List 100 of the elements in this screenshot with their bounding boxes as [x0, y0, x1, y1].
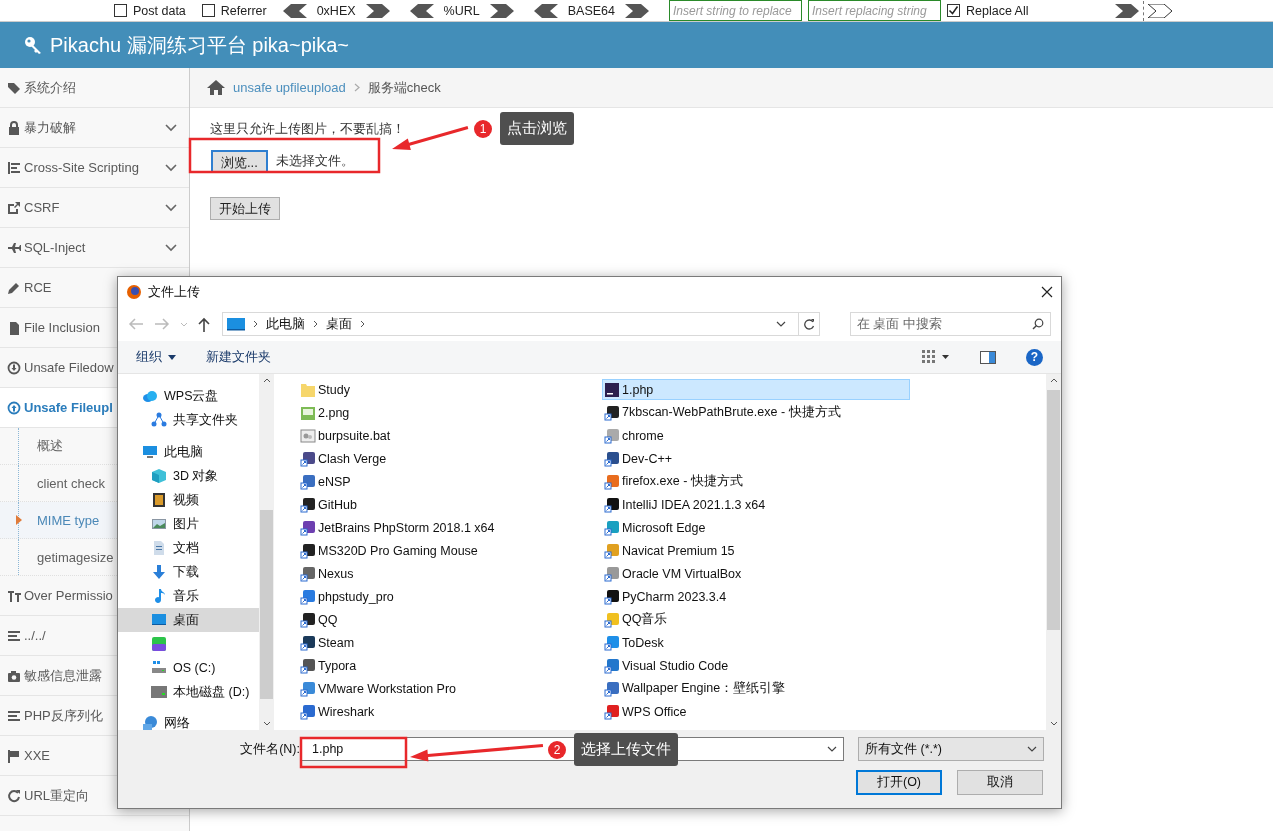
checkbox[interactable] — [114, 4, 127, 17]
checkbox[interactable] — [946, 4, 960, 17]
shortcut-icon — [300, 519, 316, 536]
file-item[interactable]: 1.php — [602, 379, 910, 400]
right-arrow-button[interactable] — [1114, 3, 1139, 18]
refresh-icon — [802, 318, 815, 330]
lock-icon — [7, 120, 21, 135]
folder-icon — [300, 381, 316, 398]
shortcut-icon — [604, 519, 620, 536]
search-field[interactable]: 在 桌面 中搜索 — [850, 312, 1051, 336]
address-segment[interactable]: 桌面 — [326, 315, 352, 333]
encoder-label: %URL — [443, 3, 480, 18]
batch-file-icon — [300, 427, 316, 444]
up-button[interactable] — [198, 316, 210, 332]
scroll-down-icon[interactable] — [262, 721, 271, 726]
list-icon — [7, 160, 21, 175]
shortcut-icon — [300, 611, 316, 628]
search-icon — [1032, 318, 1044, 330]
app-icon — [604, 381, 620, 398]
right-arrow-button[interactable] — [624, 3, 649, 18]
cloud-icon — [142, 388, 158, 404]
firefox-icon — [126, 284, 142, 300]
scroll-down-icon[interactable] — [1049, 721, 1058, 726]
file-icon — [7, 320, 21, 335]
drive-icon — [151, 660, 167, 676]
shortcut-icon — [604, 450, 620, 467]
right-arrow-button[interactable] — [365, 3, 390, 18]
view-options-button[interactable] — [922, 350, 950, 364]
chevron-right-icon — [353, 83, 360, 92]
shortcut-icon — [300, 634, 316, 651]
shortcut-icon — [604, 542, 620, 559]
address-segment[interactable]: 此电脑 — [266, 315, 305, 333]
sidebar-item[interactable]: 系统介绍 — [0, 68, 189, 108]
organize-menu[interactable]: 组织 — [136, 348, 176, 366]
right-arrow-button[interactable] — [489, 3, 514, 18]
list-icon — [7, 708, 21, 723]
replace-field[interactable]: Insert string to replace — [668, 0, 802, 21]
nav-item[interactable]: 桌面 — [118, 608, 259, 632]
share-network-icon — [151, 412, 167, 428]
film-icon — [151, 492, 167, 508]
replace-field[interactable]: Insert replacing string — [807, 0, 941, 21]
chevron-right-icon — [360, 320, 365, 328]
flag-icon — [7, 748, 21, 763]
dropdown-icon — [1027, 746, 1037, 752]
shortcut-icon — [300, 450, 316, 467]
plane-icon — [7, 240, 21, 255]
image-file-icon — [300, 404, 316, 421]
file-type-select[interactable]: 所有文件 (*.*) — [858, 737, 1044, 761]
drive-icon — [151, 684, 167, 700]
sidebar-item[interactable]: Cross-Site Scripting — [0, 148, 189, 188]
shortcut-icon — [604, 496, 620, 513]
checkbox-label: Post data — [133, 3, 186, 18]
left-arrow-button[interactable] — [533, 3, 558, 18]
caret-down-icon — [168, 354, 176, 360]
download-arrow-icon — [151, 564, 167, 580]
checkbox-label: Referrer — [220, 3, 267, 18]
chevron-right-icon — [253, 320, 258, 328]
address-bar[interactable]: 此电脑 桌面 — [222, 312, 799, 336]
left-arrow-button[interactable] — [282, 3, 307, 18]
breadcrumb-current: 服务端check — [367, 78, 441, 97]
preview-pane-button[interactable] — [980, 350, 996, 364]
shortcut-icon — [604, 588, 620, 605]
shortcut-icon — [604, 634, 620, 651]
close-button[interactable] — [1041, 286, 1053, 298]
scroll-up-icon[interactable] — [262, 378, 271, 383]
shortcut-icon — [300, 588, 316, 605]
right-arrow-button[interactable] — [1147, 3, 1172, 18]
refresh-icon — [7, 788, 21, 803]
shortcut-icon — [604, 680, 620, 697]
site-title: Pikachu 漏洞练习平台 pika~pika~ — [50, 32, 349, 58]
checkbox[interactable] — [201, 4, 215, 17]
shortcut-icon — [300, 703, 316, 720]
scrollbar[interactable] — [1046, 374, 1061, 730]
scroll-up-icon[interactable] — [1049, 378, 1058, 383]
scrollbar[interactable] — [259, 374, 274, 730]
checkbox-label: Replace All — [965, 3, 1029, 18]
share-icon — [7, 200, 21, 215]
upload-button[interactable]: 开始上传 — [210, 197, 280, 220]
sidebar-item[interactable]: 暴力破解 — [0, 108, 189, 148]
globe-icon — [142, 715, 158, 730]
dropdown-icon — [775, 321, 786, 327]
notice-text: 这里只允许上传图片，不要乱搞！ — [210, 120, 405, 138]
encoder-label: 0xHEX — [316, 3, 356, 18]
help-button[interactable]: ? — [1026, 348, 1043, 366]
chevron-right-icon — [313, 320, 318, 328]
left-arrow-button[interactable] — [409, 3, 434, 18]
cancel-button[interactable]: 取消 — [957, 770, 1043, 795]
shortcut-icon — [604, 565, 620, 582]
browse-button[interactable]: 浏览... — [211, 150, 268, 173]
open-button[interactable]: 打开(O) — [856, 770, 942, 795]
sidebar-item[interactable]: SQL-Inject — [0, 228, 189, 268]
shortcut-icon — [300, 542, 316, 559]
sidebar-item[interactable]: CSRF — [0, 188, 189, 228]
shortcut-icon — [300, 565, 316, 582]
computer-icon — [142, 444, 158, 460]
new-folder-button[interactable]: 新建文件夹 — [206, 348, 271, 366]
refresh-button[interactable] — [798, 312, 820, 336]
text-height-icon — [7, 588, 21, 603]
list-icon — [7, 628, 21, 643]
document-icon — [151, 540, 167, 556]
